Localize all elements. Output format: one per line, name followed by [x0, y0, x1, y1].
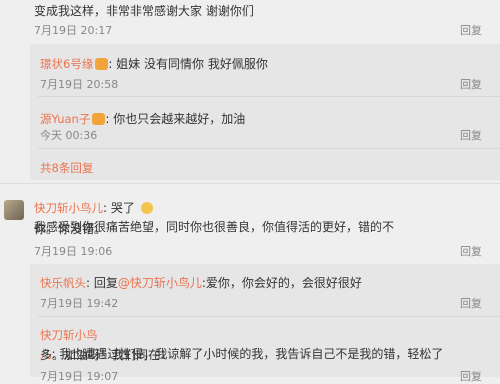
reply-text: : 你也只会越来越好，加油	[105, 112, 246, 126]
reply-date: 7月19日 19:07	[40, 370, 119, 383]
reply-item: 源Yuan子 : 你也只会越来越好，加油	[40, 108, 245, 127]
user-name[interactable]: 快乐帆头	[40, 276, 86, 290]
reply-date: 7月19日 19:42	[40, 297, 119, 310]
vip-badge-icon	[95, 58, 109, 70]
reply-button[interactable]: 回复	[460, 127, 482, 143]
reply-text: : 回复	[86, 276, 118, 290]
avatar[interactable]	[4, 200, 24, 220]
divider	[38, 96, 500, 97]
more-replies-link[interactable]: 共8条回复	[40, 160, 93, 176]
divider	[38, 316, 500, 317]
reply-text: 多。加油呀！我们同在！	[40, 348, 173, 362]
reply-button[interactable]: 回复	[460, 295, 482, 311]
crying-emoji-icon	[140, 202, 153, 214]
divider	[0, 183, 500, 184]
reply-date: 7月19日 20:58	[40, 78, 119, 91]
reply-item: 快乐帆头: 回复@快刀斩小鸟儿:爱你，你会好的，会很好很好	[40, 272, 362, 291]
reply-button[interactable]: 回复	[460, 76, 482, 92]
user-name[interactable]: 源Yuan子	[40, 112, 90, 126]
comment-date: 7月19日 19:06	[34, 245, 113, 258]
comment-text: 你。你没错。	[34, 222, 107, 236]
vip-badge-icon	[92, 113, 106, 125]
comment-text: : 哭了	[103, 201, 135, 215]
divider	[38, 148, 500, 149]
comment-date: 7月19日 20:17	[34, 24, 113, 37]
reply-date: 今天 00:36	[40, 129, 98, 142]
reply-text: :爱你，你会好的，会很好很好	[201, 276, 362, 290]
user-name[interactable]: 璟状6号缘	[40, 57, 93, 71]
reply-button[interactable]: 回复	[460, 243, 482, 259]
comment-text: 变成我这样，非常非常感谢大家 谢谢你们	[34, 4, 254, 18]
reply-text: : 姐妹 没有同情你 我好佩服你	[108, 57, 268, 71]
user-name[interactable]: 快刀斩小鸟儿	[34, 201, 103, 215]
reply-item: 璟状6号缘 : 姐妹 没有同情你 我好佩服你	[40, 53, 268, 72]
mention-link[interactable]: @快刀斩小鸟儿	[118, 276, 202, 290]
reply-button[interactable]: 回复	[460, 22, 482, 38]
reply-button[interactable]: 回复	[460, 368, 482, 384]
